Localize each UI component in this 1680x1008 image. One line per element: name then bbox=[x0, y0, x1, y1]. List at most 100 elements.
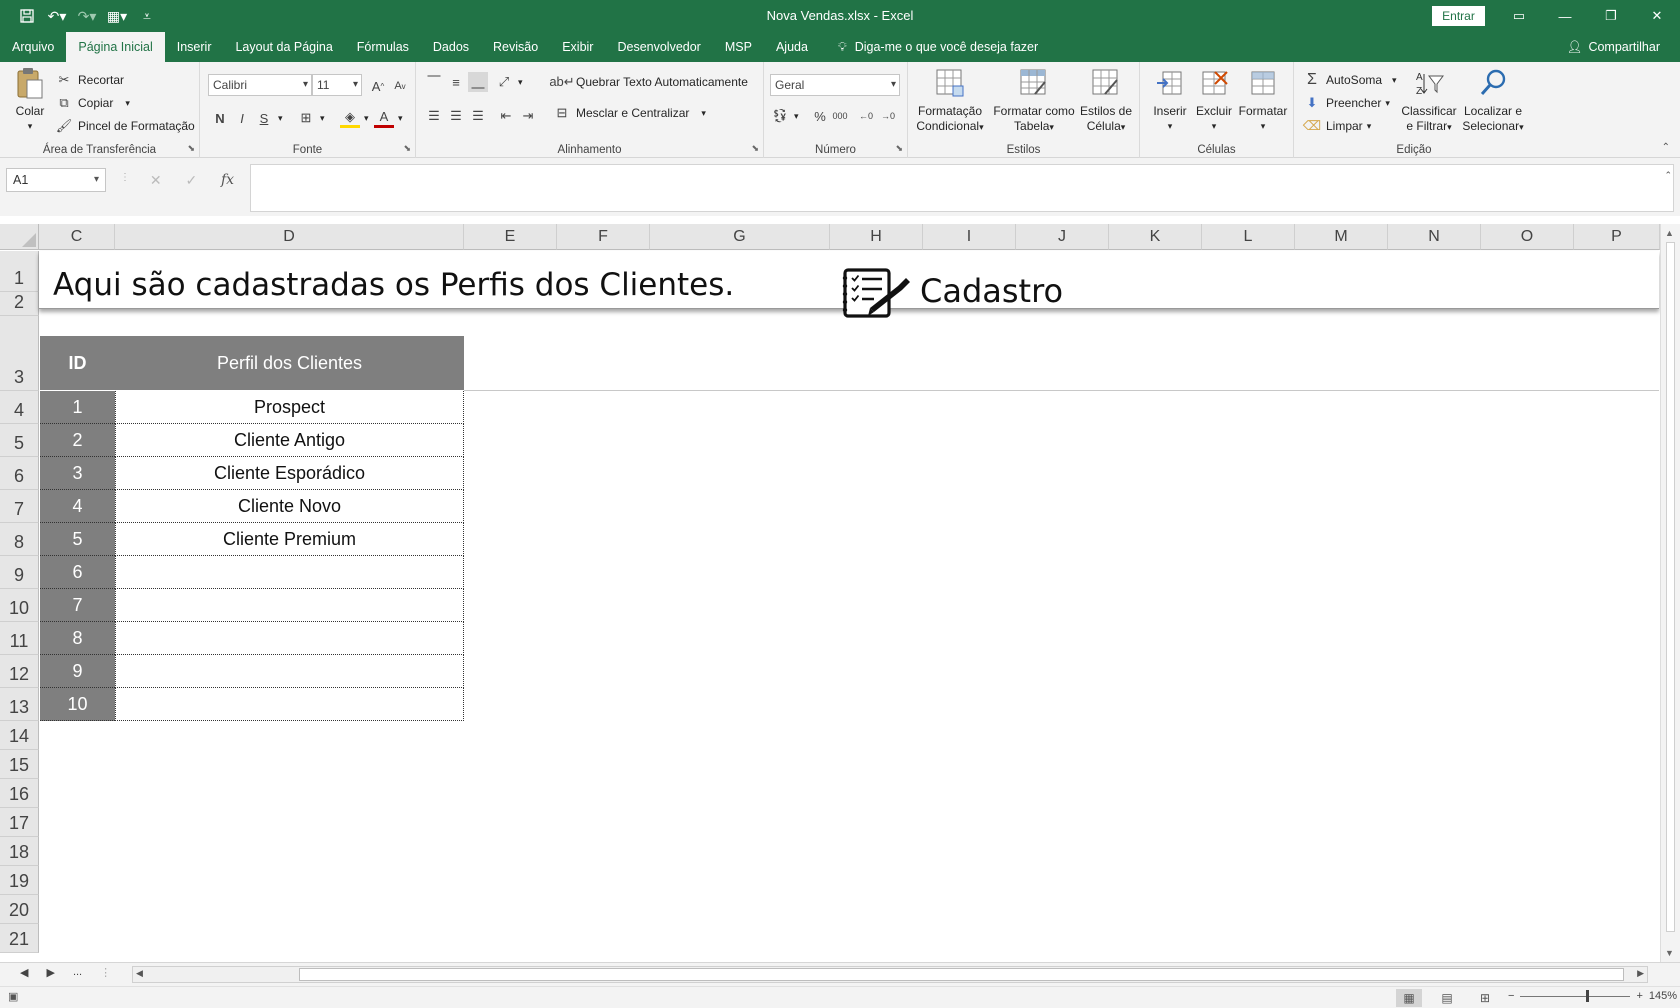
row-header-10[interactable]: 10 bbox=[0, 589, 39, 622]
fill-dropdown-icon[interactable]: ▾ bbox=[1385, 98, 1390, 109]
merge-center-button[interactable]: ⊟ Mesclar e Centralizar ▾ bbox=[552, 103, 706, 123]
scroll-left-icon[interactable]: ◀ bbox=[136, 968, 143, 979]
table-row-profile[interactable] bbox=[115, 556, 464, 589]
table-row-id[interactable]: 2 bbox=[40, 424, 115, 457]
underline-dropdown-icon[interactable]: ▾ bbox=[278, 113, 283, 124]
row-header-2[interactable]: 2 bbox=[0, 292, 39, 316]
format-as-table-button[interactable]: Formatar como Tabela▾ bbox=[992, 66, 1076, 135]
column-header-m[interactable]: M bbox=[1295, 224, 1388, 250]
font-size-select[interactable]: 11 ▾ bbox=[312, 74, 362, 96]
column-header-f[interactable]: F bbox=[557, 224, 650, 250]
vertical-scroll-thumb[interactable] bbox=[1666, 242, 1675, 932]
enter-check-icon[interactable]: ✓ bbox=[185, 172, 197, 189]
row-header-5[interactable]: 5 bbox=[0, 424, 39, 457]
decrease-indent-icon[interactable]: ⇤ bbox=[496, 106, 516, 126]
column-header-h[interactable]: H bbox=[830, 224, 923, 250]
align-right-icon[interactable]: ☰ bbox=[468, 106, 488, 126]
font-launcher-icon[interactable]: ⬊ bbox=[403, 143, 411, 154]
page-break-view-icon[interactable]: ⊞ bbox=[1472, 989, 1498, 1007]
column-header-l[interactable]: L bbox=[1202, 224, 1295, 250]
increase-decimal-button[interactable]: ←0 bbox=[856, 106, 876, 126]
close-icon[interactable]: ✕ bbox=[1634, 0, 1680, 32]
tab-pagina-inicial[interactable]: Página Inicial bbox=[66, 32, 165, 62]
insert-function-icon[interactable]: fx bbox=[221, 172, 234, 188]
autosum-dropdown-icon[interactable]: ▾ bbox=[1392, 75, 1397, 86]
save-icon[interactable] bbox=[14, 6, 40, 26]
row-header-1[interactable]: 1 bbox=[0, 251, 39, 292]
redo-icon[interactable]: ↷▾ bbox=[74, 6, 100, 26]
format-painter-button[interactable]: 🖌︎ Pincel de Formatação bbox=[54, 116, 195, 136]
number-launcher-icon[interactable]: ⬊ bbox=[895, 143, 903, 154]
font-color-button[interactable]: A ▾ bbox=[374, 108, 403, 128]
column-header-p[interactable]: P bbox=[1574, 224, 1660, 250]
tab-exibir[interactable]: Exibir bbox=[550, 32, 605, 62]
italic-button[interactable]: I bbox=[232, 108, 252, 128]
font-color-dropdown-icon[interactable]: ▾ bbox=[398, 113, 403, 124]
thousands-button[interactable]: 000 bbox=[830, 106, 850, 126]
find-select-button[interactable]: Localizar e Selecionar▾ bbox=[1460, 66, 1526, 135]
macro-record-icon[interactable]: ▣ bbox=[8, 990, 18, 1003]
zoom-level[interactable]: 145% bbox=[1649, 990, 1677, 1002]
table-row-id[interactable]: 3 bbox=[40, 457, 115, 490]
cancel-icon[interactable]: ✕ bbox=[150, 172, 162, 189]
zoom-in-icon[interactable]: + bbox=[1636, 990, 1642, 1002]
row-header-21[interactable]: 21 bbox=[0, 924, 39, 953]
column-header-j[interactable]: J bbox=[1016, 224, 1109, 250]
clear-dropdown-icon[interactable]: ▾ bbox=[1367, 121, 1372, 132]
align-center-icon[interactable]: ☰ bbox=[446, 106, 466, 126]
borders-button[interactable]: ⊞ ▾ bbox=[296, 108, 325, 128]
orientation-dropdown-icon[interactable]: ▾ bbox=[518, 77, 523, 88]
column-header-g[interactable]: G bbox=[650, 224, 830, 250]
row-header-17[interactable]: 17 bbox=[0, 808, 39, 837]
scroll-up-icon[interactable]: ▲ bbox=[1665, 228, 1674, 238]
copy-dropdown-icon[interactable]: ▾ bbox=[125, 98, 130, 109]
zoom-slider-knob[interactable] bbox=[1586, 989, 1590, 1002]
table-row-id[interactable]: 6 bbox=[40, 556, 115, 589]
row-header-12[interactable]: 12 bbox=[0, 655, 39, 688]
page-layout-view-icon[interactable]: ▤ bbox=[1434, 989, 1460, 1007]
row-header-3[interactable]: 3 bbox=[0, 316, 39, 391]
vertical-scrollbar[interactable]: ▲ ▼ bbox=[1660, 224, 1680, 962]
align-bottom-icon[interactable]: ⎽ bbox=[468, 72, 488, 92]
sign-in-button[interactable]: Entrar bbox=[1432, 6, 1485, 26]
tab-inserir[interactable]: Inserir bbox=[165, 32, 224, 62]
column-header-i[interactable]: I bbox=[923, 224, 1016, 250]
fill-button[interactable]: ⬇ Preencher ▾ bbox=[1302, 93, 1390, 113]
align-top-icon[interactable]: ⎺ bbox=[424, 72, 444, 92]
table-row-profile[interactable]: Cliente Novo bbox=[115, 490, 464, 523]
row-header-13[interactable]: 13 bbox=[0, 688, 39, 721]
align-middle-icon[interactable]: ≡ bbox=[446, 72, 466, 92]
row-header-14[interactable]: 14 bbox=[0, 721, 39, 750]
conditional-formatting-button[interactable]: Formatação Condicional▾ bbox=[912, 66, 988, 135]
tell-me-search[interactable]: 💡︎ Diga-me o que você deseja fazer bbox=[820, 32, 1050, 62]
delete-cells-button[interactable]: Excluir ▾ bbox=[1192, 66, 1236, 134]
row-header-16[interactable]: 16 bbox=[0, 779, 39, 808]
number-format-select[interactable]: Geral ▾ bbox=[770, 74, 900, 96]
format-cells-button[interactable]: Formatar ▾ bbox=[1236, 66, 1290, 134]
table-row-id[interactable]: 9 bbox=[40, 655, 115, 688]
table-row-profile[interactable] bbox=[115, 655, 464, 688]
font-name-select[interactable]: Calibri ▾ bbox=[208, 74, 312, 96]
insert-cells-button[interactable]: Inserir ▾ bbox=[1148, 66, 1192, 134]
prev-sheet-icon[interactable]: ◀ bbox=[20, 966, 28, 979]
table-row-id[interactable]: 5 bbox=[40, 523, 115, 556]
next-sheet-icon[interactable]: ▶ bbox=[46, 966, 54, 979]
row-header-6[interactable]: 6 bbox=[0, 457, 39, 490]
select-all-corner[interactable] bbox=[0, 224, 39, 250]
row-header-11[interactable]: 11 bbox=[0, 622, 39, 655]
row-header-15[interactable]: 15 bbox=[0, 750, 39, 779]
tab-formulas[interactable]: Fórmulas bbox=[345, 32, 421, 62]
autosum-button[interactable]: Σ AutoSoma ▾ bbox=[1302, 70, 1397, 90]
merge-dropdown-icon[interactable]: ▾ bbox=[701, 108, 706, 119]
normal-view-icon[interactable]: ▦ bbox=[1396, 989, 1422, 1007]
table-row-profile[interactable]: Cliente Premium bbox=[115, 523, 464, 556]
copy-button[interactable]: ⧉ Copiar ▾ bbox=[54, 93, 130, 113]
horizontal-scroll-thumb[interactable] bbox=[299, 968, 1624, 981]
increase-indent-icon[interactable]: ⇥ bbox=[518, 106, 538, 126]
tab-msp[interactable]: MSP bbox=[713, 32, 764, 62]
column-header-c[interactable]: C bbox=[39, 224, 115, 250]
horizontal-scrollbar[interactable]: ◀ ▶ bbox=[132, 966, 1648, 983]
paste-dropdown-icon[interactable]: ▾ bbox=[10, 119, 50, 134]
table-row-id[interactable]: 1 bbox=[40, 391, 115, 424]
table-row-profile[interactable]: Cliente Esporádico bbox=[115, 457, 464, 490]
